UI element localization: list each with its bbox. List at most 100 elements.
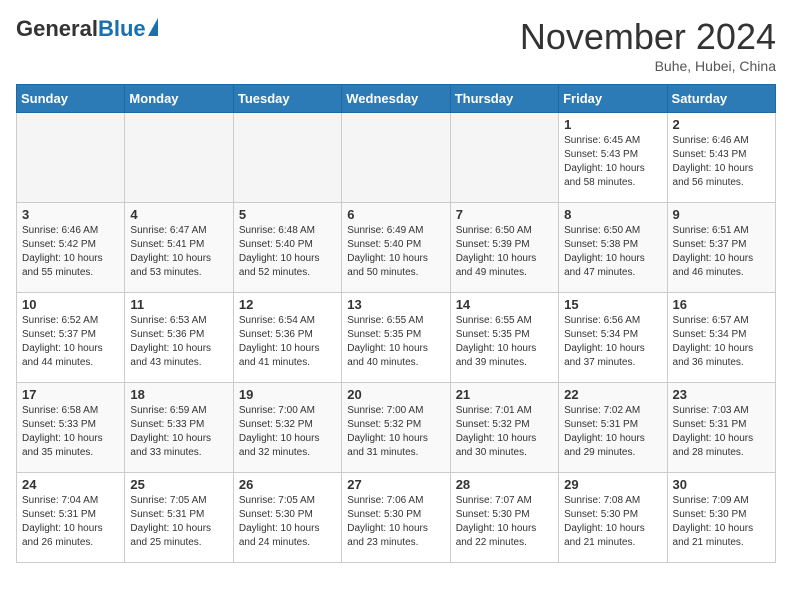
calendar-cell: 30 Sunrise: 7:09 AMSunset: 5:30 PMDayligh… (667, 473, 775, 563)
day-number: 7 (456, 207, 553, 222)
calendar-cell: 29 Sunrise: 7:08 AMSunset: 5:30 PMDayligh… (559, 473, 667, 563)
calendar-header-wednesday: Wednesday (342, 85, 450, 113)
day-info: Sunrise: 7:01 AMSunset: 5:32 PMDaylight:… (456, 404, 553, 460)
day-number: 21 (456, 387, 553, 402)
calendar-week-3: 10 Sunrise: 6:52 AMSunset: 5:37 PMDayligh… (17, 293, 776, 383)
calendar-cell (125, 113, 233, 203)
calendar-cell: 15 Sunrise: 6:56 AMSunset: 5:34 PMDayligh… (559, 293, 667, 383)
calendar-cell: 13 Sunrise: 6:55 AMSunset: 5:35 PMDayligh… (342, 293, 450, 383)
day-info: Sunrise: 6:48 AMSunset: 5:40 PMDaylight:… (239, 224, 336, 280)
day-info: Sunrise: 6:49 AMSunset: 5:40 PMDaylight:… (347, 224, 444, 280)
day-info: Sunrise: 6:53 AMSunset: 5:36 PMDaylight:… (130, 314, 227, 370)
calendar-cell: 16 Sunrise: 6:57 AMSunset: 5:34 PMDayligh… (667, 293, 775, 383)
day-number: 14 (456, 297, 553, 312)
logo-text: General Blue (16, 16, 158, 42)
day-number: 18 (130, 387, 227, 402)
calendar-header-friday: Friday (559, 85, 667, 113)
calendar-cell: 28Sunrise: 7:07 AMSunset: 5:30 PMDayligh… (450, 473, 558, 563)
calendar-week-2: 3 Sunrise: 6:46 AMSunset: 5:42 PMDaylight… (17, 203, 776, 293)
calendar-cell: 23 Sunrise: 7:03 AMSunset: 5:31 PMDayligh… (667, 383, 775, 473)
calendar-week-4: 17 Sunrise: 6:58 AMSunset: 5:33 PMDayligh… (17, 383, 776, 473)
logo-icon (148, 18, 158, 36)
day-number: 10 (22, 297, 119, 312)
day-number: 15 (564, 297, 661, 312)
day-info: Sunrise: 6:46 AMSunset: 5:42 PMDaylight:… (22, 224, 119, 280)
calendar-cell: 3 Sunrise: 6:46 AMSunset: 5:42 PMDaylight… (17, 203, 125, 293)
day-info: Sunrise: 7:00 AMSunset: 5:32 PMDaylight:… (347, 404, 444, 460)
calendar-cell: 8 Sunrise: 6:50 AMSunset: 5:38 PMDaylight… (559, 203, 667, 293)
day-number: 9 (673, 207, 770, 222)
day-info: Sunrise: 6:45 AMSunset: 5:43 PMDaylight:… (564, 134, 661, 190)
day-number: 27 (347, 477, 444, 492)
day-info: Sunrise: 6:52 AMSunset: 5:37 PMDaylight:… (22, 314, 119, 370)
day-info: Sunrise: 7:06 AMSunset: 5:30 PMDaylight:… (347, 494, 444, 550)
day-info: Sunrise: 7:08 AMSunset: 5:30 PMDaylight:… (564, 494, 661, 550)
day-info: Sunrise: 6:47 AMSunset: 5:41 PMDaylight:… (130, 224, 227, 280)
day-info: Sunrise: 6:55 AMSunset: 5:35 PMDaylight:… (456, 314, 553, 370)
calendar-header-tuesday: Tuesday (233, 85, 341, 113)
day-info: Sunrise: 6:56 AMSunset: 5:34 PMDaylight:… (564, 314, 661, 370)
month-title: November 2024 (520, 16, 776, 58)
logo-blue: Blue (98, 16, 146, 42)
day-number: 29 (564, 477, 661, 492)
calendar-cell: 17 Sunrise: 6:58 AMSunset: 5:33 PMDayligh… (17, 383, 125, 473)
day-info: Sunrise: 6:50 AMSunset: 5:38 PMDaylight:… (564, 224, 661, 280)
calendar-header-sunday: Sunday (17, 85, 125, 113)
calendar-cell: 14 Sunrise: 6:55 AMSunset: 5:35 PMDayligh… (450, 293, 558, 383)
page-container: General Blue November 2024 Buhe, Hubei, … (16, 16, 776, 563)
day-info: Sunrise: 6:58 AMSunset: 5:33 PMDaylight:… (22, 404, 119, 460)
calendar-header-row: SundayMondayTuesdayWednesdayThursdayFrid… (17, 85, 776, 113)
day-number: 2 (673, 117, 770, 132)
day-info: Sunrise: 6:55 AMSunset: 5:35 PMDaylight:… (347, 314, 444, 370)
title-section: November 2024 Buhe, Hubei, China (520, 16, 776, 74)
day-number: 23 (673, 387, 770, 402)
day-number: 30 (673, 477, 770, 492)
calendar-cell: 9Sunrise: 6:51 AMSunset: 5:37 PMDaylight… (667, 203, 775, 293)
day-number: 8 (564, 207, 661, 222)
calendar-cell (17, 113, 125, 203)
day-info: Sunrise: 6:57 AMSunset: 5:34 PMDaylight:… (673, 314, 770, 370)
day-number: 6 (347, 207, 444, 222)
calendar-week-1: 1 Sunrise: 6:45 AMSunset: 5:43 PMDaylight… (17, 113, 776, 203)
calendar-cell: 4 Sunrise: 6:47 AMSunset: 5:41 PMDaylight… (125, 203, 233, 293)
logo-general: General (16, 16, 98, 42)
day-info: Sunrise: 7:05 AMSunset: 5:30 PMDaylight:… (239, 494, 336, 550)
calendar-cell: 7Sunrise: 6:50 AMSunset: 5:39 PMDaylight… (450, 203, 558, 293)
day-number: 1 (564, 117, 661, 132)
calendar-header-monday: Monday (125, 85, 233, 113)
calendar-cell: 22Sunrise: 7:02 AMSunset: 5:31 PMDayligh… (559, 383, 667, 473)
day-info: Sunrise: 6:46 AMSunset: 5:43 PMDaylight:… (673, 134, 770, 190)
calendar-cell: 19 Sunrise: 7:00 AMSunset: 5:32 PMDayligh… (233, 383, 341, 473)
day-number: 26 (239, 477, 336, 492)
day-number: 20 (347, 387, 444, 402)
day-number: 19 (239, 387, 336, 402)
calendar-cell: 24 Sunrise: 7:04 AMSunset: 5:31 PMDayligh… (17, 473, 125, 563)
calendar-cell (450, 113, 558, 203)
calendar: SundayMondayTuesdayWednesdayThursdayFrid… (16, 84, 776, 563)
header: General Blue November 2024 Buhe, Hubei, … (16, 16, 776, 74)
day-info: Sunrise: 6:54 AMSunset: 5:36 PMDaylight:… (239, 314, 336, 370)
calendar-header-thursday: Thursday (450, 85, 558, 113)
calendar-cell: 27 Sunrise: 7:06 AMSunset: 5:30 PMDayligh… (342, 473, 450, 563)
day-info: Sunrise: 6:59 AMSunset: 5:33 PMDaylight:… (130, 404, 227, 460)
day-number: 24 (22, 477, 119, 492)
day-info: Sunrise: 7:09 AMSunset: 5:30 PMDaylight:… (673, 494, 770, 550)
calendar-cell: 2 Sunrise: 6:46 AMSunset: 5:43 PMDaylight… (667, 113, 775, 203)
day-number: 4 (130, 207, 227, 222)
day-number: 3 (22, 207, 119, 222)
day-info: Sunrise: 7:04 AMSunset: 5:31 PMDaylight:… (22, 494, 119, 550)
day-number: 16 (673, 297, 770, 312)
calendar-cell: 26 Sunrise: 7:05 AMSunset: 5:30 PMDayligh… (233, 473, 341, 563)
day-number: 17 (22, 387, 119, 402)
calendar-cell (342, 113, 450, 203)
day-number: 11 (130, 297, 227, 312)
day-number: 12 (239, 297, 336, 312)
calendar-cell: 25Sunrise: 7:05 AMSunset: 5:31 PMDayligh… (125, 473, 233, 563)
day-info: Sunrise: 7:00 AMSunset: 5:32 PMDaylight:… (239, 404, 336, 460)
calendar-week-5: 24 Sunrise: 7:04 AMSunset: 5:31 PMDayligh… (17, 473, 776, 563)
day-number: 13 (347, 297, 444, 312)
day-info: Sunrise: 7:03 AMSunset: 5:31 PMDaylight:… (673, 404, 770, 460)
calendar-cell: 12 Sunrise: 6:54 AMSunset: 5:36 PMDayligh… (233, 293, 341, 383)
day-info: Sunrise: 7:05 AMSunset: 5:31 PMDaylight:… (130, 494, 227, 550)
location: Buhe, Hubei, China (520, 58, 776, 74)
